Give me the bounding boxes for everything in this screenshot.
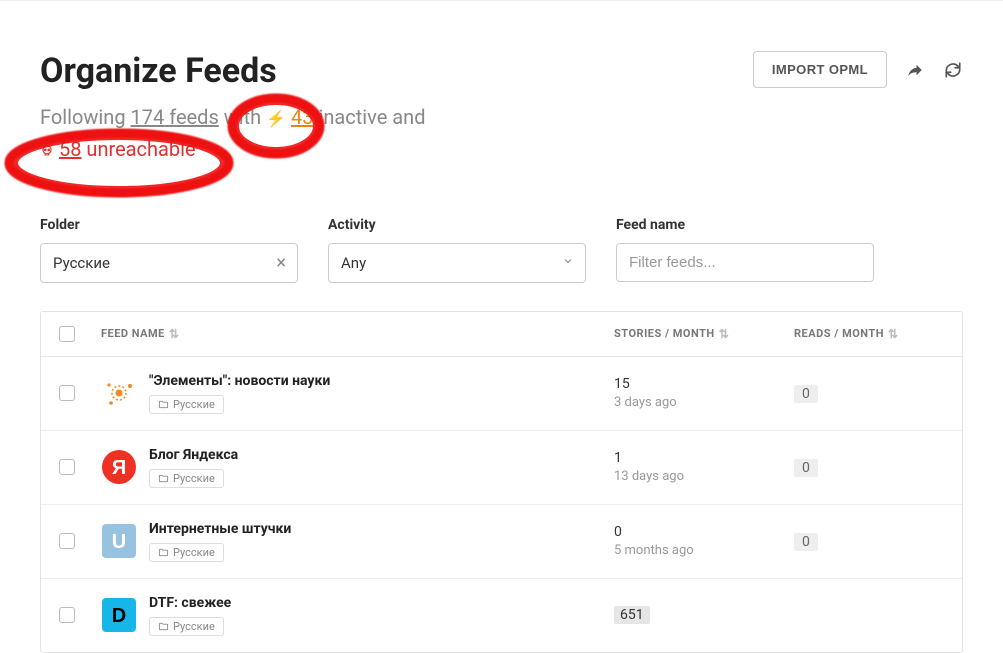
feed-title[interactable]: Блог Яндекса xyxy=(149,447,238,463)
feeds-table: FEED NAME⇅ STORIES / MONTH⇅ READS / MONT… xyxy=(40,311,963,653)
sort-icon: ⇅ xyxy=(169,327,180,341)
svg-text:D: D xyxy=(112,605,126,627)
row-checkbox[interactable] xyxy=(59,459,75,475)
sort-icon: ⇅ xyxy=(888,327,899,341)
inactive-count-link[interactable]: 43 xyxy=(291,105,313,129)
share-icon[interactable] xyxy=(905,60,925,80)
feed-icon: Я xyxy=(101,449,137,485)
svg-text:U: U xyxy=(112,531,126,553)
table-row: Я Блог Яндекса Русские 1 13 days ago0 xyxy=(41,431,962,505)
col-stories-header[interactable]: STORIES / MONTH⇅ xyxy=(614,327,794,341)
feed-icon: D xyxy=(101,597,137,633)
last-story-ago: 3 days ago xyxy=(614,395,794,410)
unreachable-group: 58 unreachable xyxy=(40,137,196,161)
feed-icon xyxy=(101,375,137,411)
reads-count: 0 xyxy=(794,385,818,403)
select-all-checkbox[interactable] xyxy=(59,326,75,342)
stories-count: 651 xyxy=(614,606,650,624)
row-checkbox[interactable] xyxy=(59,607,75,623)
folder-tag[interactable]: Русские xyxy=(149,469,224,488)
folder-select-value: Русские xyxy=(53,254,110,272)
folder-tag[interactable]: Русские xyxy=(149,543,224,562)
subtitle-inactive-word: inactive and xyxy=(314,105,426,129)
skull-icon xyxy=(40,135,54,167)
feedname-input[interactable] xyxy=(616,243,874,282)
table-header: FEED NAME⇅ STORIES / MONTH⇅ READS / MONT… xyxy=(41,312,962,357)
reads-count: 0 xyxy=(794,533,818,551)
table-row: UИнтернетные штучкиРусские05 months ago0 xyxy=(41,505,962,579)
page-header: Organize Feeds IMPORT OPML xyxy=(40,1,963,91)
clear-folder-icon[interactable]: × xyxy=(276,252,286,273)
subtitle-unreachable-word: unreachable xyxy=(81,137,195,161)
row-checkbox[interactable] xyxy=(59,385,75,401)
col-feedname-header[interactable]: FEED NAME⇅ xyxy=(89,327,614,341)
filters-row: Folder Русские × Activity Any Feed name xyxy=(40,217,963,283)
svg-text:Я: Я xyxy=(112,457,126,479)
feeds-count-link[interactable]: 174 feeds xyxy=(131,105,219,129)
reads-count: 0 xyxy=(794,459,818,477)
subtitle: Following 174 feeds with ⚡ 43 inactive a… xyxy=(40,101,520,167)
feed-title[interactable]: "Элементы": новости науки xyxy=(149,373,330,389)
row-checkbox[interactable] xyxy=(59,533,75,549)
stories-count: 0 xyxy=(614,524,794,540)
last-story-ago: 5 months ago xyxy=(614,543,794,558)
activity-select[interactable]: Any xyxy=(328,243,586,283)
feed-title[interactable]: DTF: свежее xyxy=(149,595,231,611)
folder-tag[interactable]: Русские xyxy=(149,395,224,414)
table-row: "Элементы": новости науки Русские 15 3 days… xyxy=(41,357,962,431)
feed-icon: U xyxy=(101,523,137,559)
col-reads-header[interactable]: READS / MONTH⇅ xyxy=(794,327,944,341)
header-actions: IMPORT OPML xyxy=(753,51,963,88)
main-container: Organize Feeds IMPORT OPML Following 174… xyxy=(0,1,1003,653)
activity-select-value: Any xyxy=(341,254,366,272)
page-title: Organize Feeds xyxy=(40,51,277,91)
folder-tag[interactable]: Русские xyxy=(149,617,224,636)
table-row: D DTF: свежее Русские 651 xyxy=(41,579,962,652)
filter-folder-label: Folder xyxy=(40,217,298,233)
filter-activity: Activity Any xyxy=(328,217,586,283)
feed-title[interactable]: Интернетные штучки xyxy=(149,521,291,537)
stories-count: 1 xyxy=(614,450,794,466)
refresh-icon[interactable] xyxy=(943,60,963,80)
filter-feedname-label: Feed name xyxy=(616,217,874,233)
filter-activity-label: Activity xyxy=(328,217,586,233)
unreachable-count-link[interactable]: 58 xyxy=(59,137,81,161)
subtitle-prefix: Following xyxy=(40,105,131,129)
sort-icon: ⇅ xyxy=(719,327,730,341)
inactive-icon: ⚡ xyxy=(266,109,286,128)
last-story-ago: 13 days ago xyxy=(614,469,794,484)
folder-select[interactable]: Русские × xyxy=(40,243,298,283)
subtitle-with: with xyxy=(219,105,266,129)
chevron-down-icon xyxy=(562,255,574,271)
stories-count: 15 xyxy=(614,376,794,392)
import-opml-button[interactable]: IMPORT OPML xyxy=(753,51,887,88)
filter-feedname: Feed name xyxy=(616,217,874,283)
filter-folder: Folder Русские × xyxy=(40,217,298,283)
